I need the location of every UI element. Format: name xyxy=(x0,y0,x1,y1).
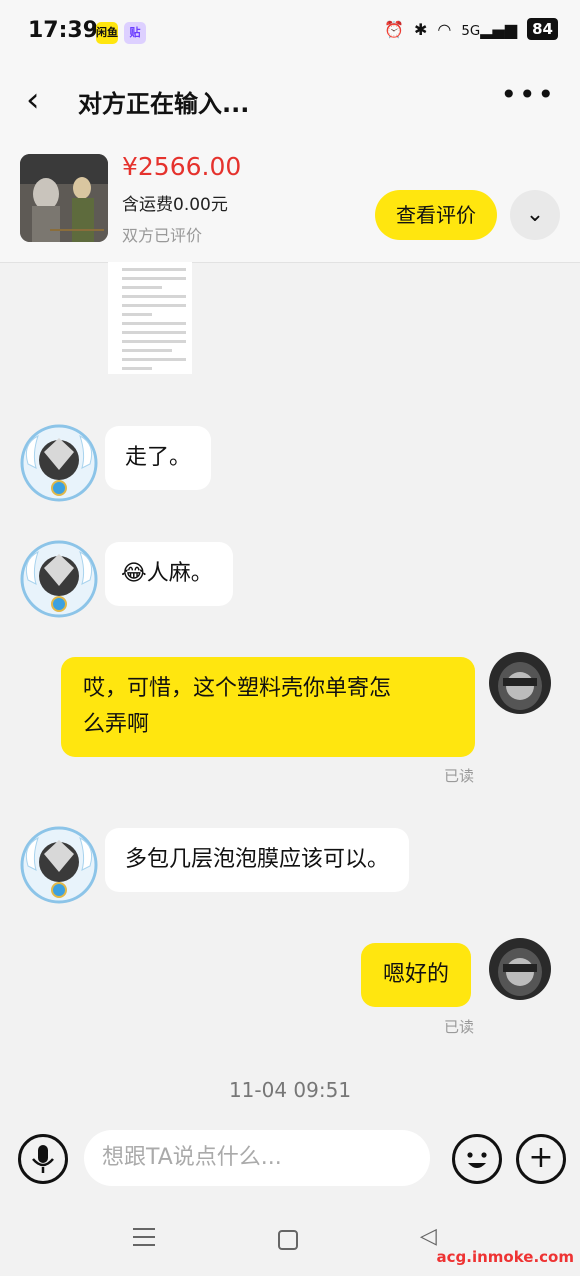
system-nav-bar: ◁ acg.inmoke.com xyxy=(0,1206,580,1276)
home-icon[interactable] xyxy=(278,1230,298,1250)
status-bar: 17:39 闲鱼 贴 ⏰ ✱ ◠ 5G▂▄▆ 84 xyxy=(0,0,580,68)
read-status: 已读 xyxy=(444,1018,475,1036)
message-timestamp: 11-04 09:51 xyxy=(228,1078,352,1102)
tieba-app-icon: 贴 xyxy=(124,22,146,44)
message-text: 人麻。 xyxy=(146,561,213,586)
input-bar: 想跟TA说点什么... + xyxy=(0,1116,580,1202)
message-bubble-mine[interactable]: 嗯好的 xyxy=(361,943,472,1007)
chat-image[interactable] xyxy=(108,262,192,374)
chat-header: ‹ 对方正在输入... ••• xyxy=(0,68,580,134)
chevron-down-icon[interactable]: ⌄ xyxy=(510,190,560,240)
my-avatar[interactable] xyxy=(489,652,551,714)
message-bubble[interactable]: 走了。 xyxy=(105,426,212,490)
shipping-fee: 含运费0.00元 xyxy=(122,195,228,215)
product-thumbnail[interactable] xyxy=(20,154,108,242)
xianyu-app-icon: 闲鱼 xyxy=(96,22,118,44)
product-card[interactable]: ¥2566.00 含运费0.00元 双方已评价 查看评价 ⌄ xyxy=(0,134,580,263)
watermark: acg.inmoke.com xyxy=(436,1248,574,1266)
view-review-button[interactable]: 查看评价 xyxy=(375,190,497,240)
read-status: 已读 xyxy=(444,767,475,785)
page-title: 对方正在输入... xyxy=(78,90,250,118)
wifi-icon: ◠ xyxy=(437,19,452,39)
back-icon[interactable]: ‹ xyxy=(26,80,40,120)
message-text: 走了。 xyxy=(125,445,192,470)
message-text: 多包几层泡泡膜应该可以。 xyxy=(125,847,390,872)
emoji-icon[interactable] xyxy=(452,1134,502,1184)
my-avatar[interactable] xyxy=(489,938,551,1000)
message-input[interactable]: 想跟TA说点什么... xyxy=(84,1130,430,1186)
message-text: 哎，可惜，这个塑料壳你单寄怎 xyxy=(83,676,392,701)
system-back-icon[interactable]: ◁ xyxy=(420,1224,437,1249)
more-options-icon[interactable]: ••• xyxy=(500,78,556,111)
seller-avatar[interactable] xyxy=(20,540,98,618)
battery-icon: 84 xyxy=(527,18,558,40)
product-price: ¥2566.00 xyxy=(122,152,242,181)
message-text: 么弄啊 xyxy=(83,712,150,737)
status-icons: ⏰ ✱ ◠ 5G▂▄▆ 84 xyxy=(384,18,558,40)
seller-avatar[interactable] xyxy=(20,424,98,502)
rating-status: 双方已评价 xyxy=(122,226,203,245)
signal-icon: 5G▂▄▆ xyxy=(461,19,518,39)
laughing-crying-emoji-icon: 😂 xyxy=(121,561,147,586)
status-time: 17:39 xyxy=(28,18,99,43)
alarm-icon: ⏰ xyxy=(384,19,405,39)
message-bubble-mine[interactable]: 哎，可惜，这个塑料壳你单寄怎 么弄啊 xyxy=(61,657,475,757)
message-bubble[interactable]: 多包几层泡泡膜应该可以。 xyxy=(105,828,410,892)
voice-input-icon[interactable] xyxy=(18,1134,68,1184)
seller-avatar[interactable] xyxy=(20,826,98,904)
bluetooth-icon: ✱ xyxy=(414,19,428,39)
recent-apps-icon[interactable] xyxy=(133,1228,155,1252)
add-icon[interactable]: + xyxy=(516,1134,566,1184)
message-bubble[interactable]: 😂人麻。 xyxy=(105,542,233,606)
message-text: 嗯好的 xyxy=(383,962,450,987)
